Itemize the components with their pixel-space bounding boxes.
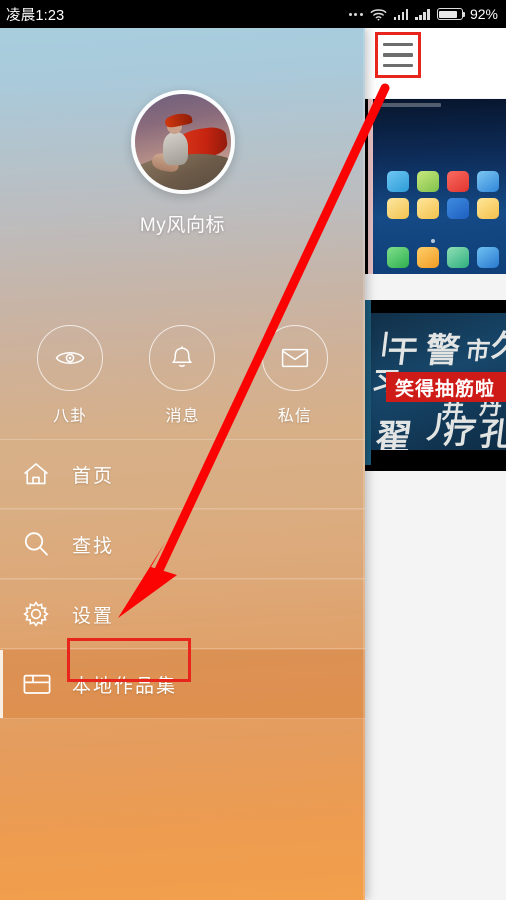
status-clock: 凌晨1:23 bbox=[6, 7, 65, 24]
home-screen-thumbnail[interactable] bbox=[365, 99, 506, 274]
search-icon bbox=[22, 530, 66, 558]
hamburger-bar bbox=[383, 63, 413, 68]
status-bar: 凌晨1:23 92% bbox=[0, 0, 506, 28]
thumbnail-left-strip bbox=[365, 300, 371, 465]
signal-icon bbox=[393, 8, 409, 20]
sidebar-item-label: 设置 bbox=[72, 605, 115, 627]
quick-action-dm[interactable]: 私信 bbox=[251, 325, 339, 426]
phone-screen: 丨 干 警 市 久 习 翟 丿 疗 孔 井 丹 笑得抽筋啦 手机应 bbox=[0, 0, 506, 900]
avatar[interactable] bbox=[130, 90, 235, 194]
username: My风向标 bbox=[139, 215, 226, 236]
quick-action-label: 私信 bbox=[277, 408, 312, 425]
quick-actions-row: 八卦 消息 私信 bbox=[0, 325, 365, 426]
quick-action-messages[interactable]: 消息 bbox=[138, 325, 226, 426]
video-caption-banner: 笑得抽筋啦 bbox=[386, 372, 506, 402]
sidebar-item-search[interactable]: 查找 bbox=[0, 509, 365, 579]
folder-icon bbox=[22, 671, 66, 697]
status-icons: 92% bbox=[348, 6, 498, 22]
sidebar-item-label: 查找 bbox=[72, 535, 115, 557]
navigation-drawer: My风向标 八卦 消息 私信 首页 查找 设置 本地作品集 bbox=[0, 28, 365, 900]
letterbox-top bbox=[370, 300, 506, 313]
letterbox-bottom bbox=[370, 452, 506, 465]
envelope-icon bbox=[261, 325, 328, 391]
signal-icon bbox=[415, 8, 430, 20]
video-thumbnail[interactable]: 丨 干 警 市 久 习 翟 丿 疗 孔 井 丹 笑得抽筋啦 bbox=[365, 300, 506, 465]
quick-action-label: 消息 bbox=[165, 408, 200, 425]
hamburger-menu-icon[interactable] bbox=[375, 32, 421, 78]
video-frame: 丨 干 警 市 久 习 翟 丿 疗 孔 井 丹 笑得抽筋啦 bbox=[370, 313, 506, 450]
wifi-icon bbox=[370, 8, 387, 20]
profile-section[interactable]: My风向标 bbox=[0, 90, 365, 237]
thumbnail-dock bbox=[387, 247, 499, 268]
thumbnail-bezel bbox=[365, 99, 373, 274]
sidebar-item-home[interactable]: 首页 bbox=[0, 439, 365, 509]
thumbnail-app-grid bbox=[387, 171, 499, 219]
gear-icon bbox=[22, 600, 66, 628]
battery-icon bbox=[436, 8, 466, 20]
battery-percent: 92% bbox=[469, 6, 498, 22]
quick-action-bagua[interactable]: 八卦 bbox=[26, 325, 114, 426]
hamburger-bar bbox=[383, 42, 413, 47]
hamburger-bar bbox=[383, 53, 413, 57]
sidebar-item-label: 首页 bbox=[72, 465, 115, 487]
bell-icon bbox=[149, 325, 216, 391]
video-caption-text: 笑得抽筋啦 bbox=[395, 377, 496, 400]
avatar-body bbox=[163, 132, 189, 166]
thumbnail-status-line bbox=[381, 103, 441, 107]
local-collection-highlight-box bbox=[67, 638, 191, 682]
thumbnail-page-dot bbox=[431, 239, 435, 243]
home-icon bbox=[22, 461, 66, 487]
more-dots-icon bbox=[348, 12, 363, 16]
eye-icon bbox=[37, 325, 104, 391]
thumbnail-divider bbox=[365, 465, 506, 471]
quick-action-label: 八卦 bbox=[53, 408, 88, 425]
